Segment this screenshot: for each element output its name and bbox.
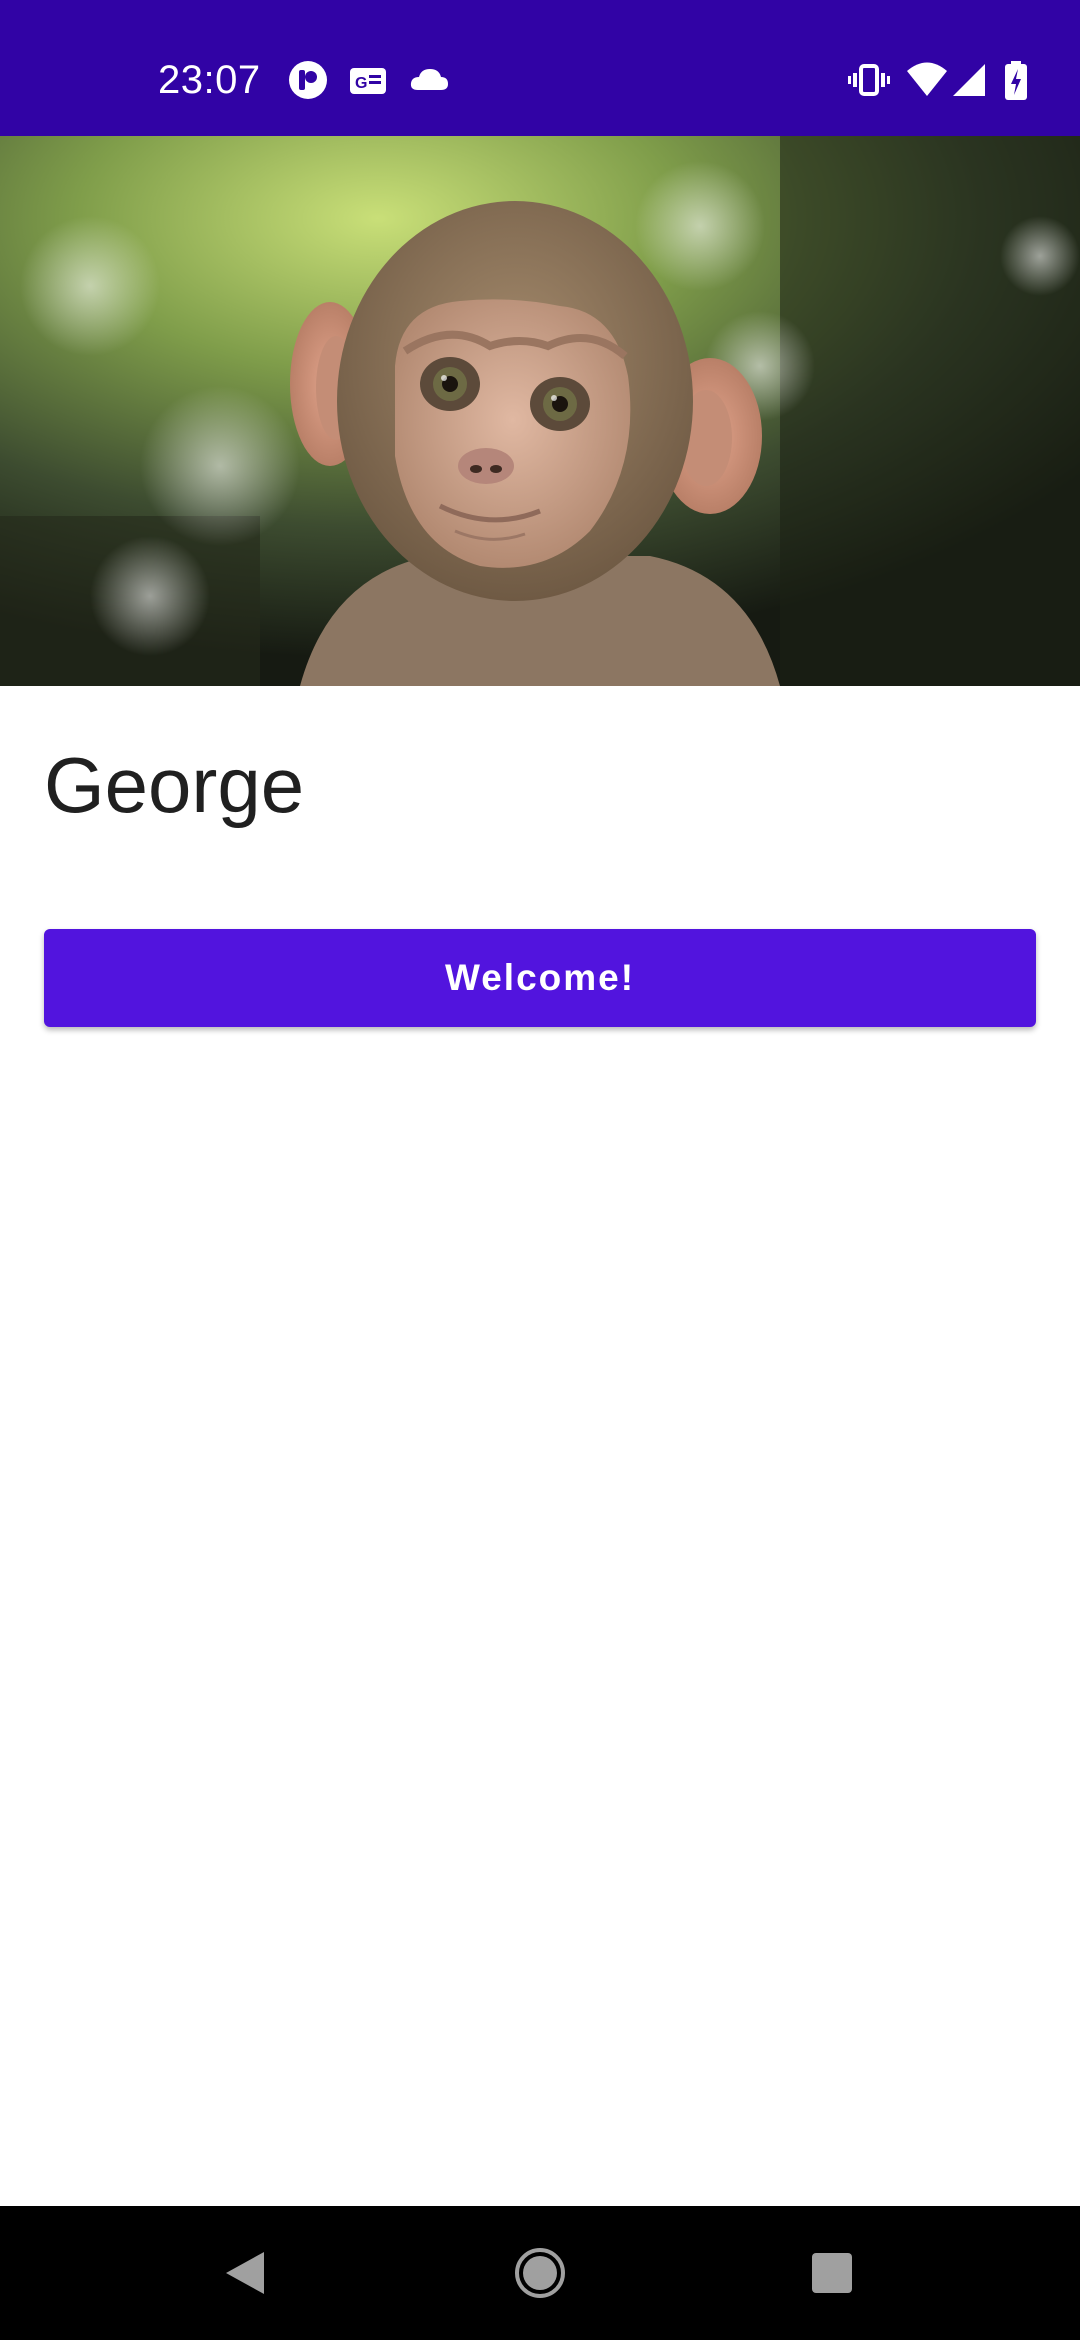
profile-name: George [44, 741, 305, 829]
status-bar: 23:07 G [0, 0, 1080, 136]
navigation-bar [0, 2206, 1080, 2340]
signal-icon [952, 60, 986, 104]
notification-app-icon [288, 60, 328, 104]
recents-icon[interactable] [789, 2230, 875, 2316]
back-icon[interactable] [201, 2230, 287, 2316]
home-icon[interactable] [497, 2230, 583, 2316]
monkey-photo [0, 136, 1080, 686]
news-icon: G [349, 60, 387, 104]
wifi-icon [906, 60, 948, 104]
welcome-button[interactable]: Welcome! [44, 929, 1036, 1027]
battery-charging-icon [1004, 60, 1028, 104]
status-time: 23:07 [158, 58, 261, 102]
vibrate-icon [848, 60, 890, 104]
cloud-icon [408, 60, 450, 104]
svg-text:G: G [355, 75, 367, 92]
